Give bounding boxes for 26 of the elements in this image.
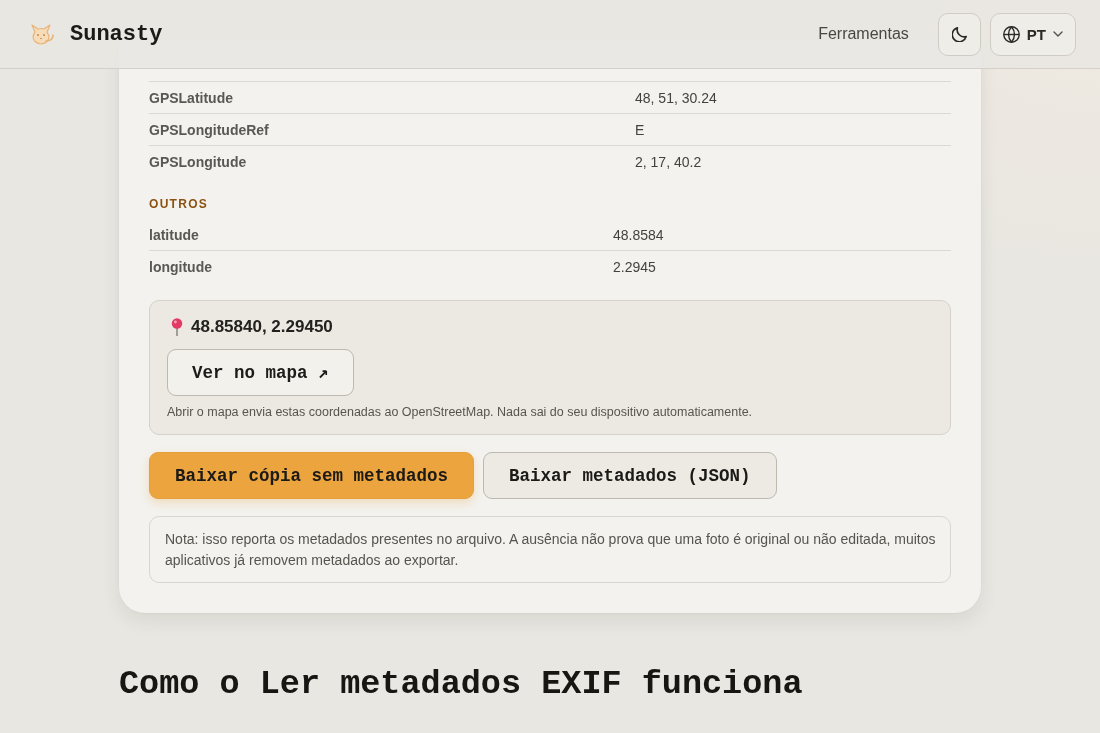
- coordinates-text: 48.85840, 2.29450: [191, 317, 333, 337]
- globe-icon: [1002, 25, 1020, 43]
- metadata-key: GPSLatitude: [149, 82, 635, 114]
- metadata-value: 2.2945: [613, 258, 657, 277]
- metadata-value: 48.8584: [613, 219, 951, 251]
- metadata-key: latitude: [149, 219, 613, 251]
- note-box: Nota: isso reporta os metadados presentes no arquivo. A ausência não prova que uma foto é original ou não editada, muitos aplicativos já removem metadados ao exportar.: [149, 516, 951, 583]
- metadata-value: E: [635, 114, 951, 146]
- metadata-key: GPSLongitude: [149, 146, 635, 178]
- theme-toggle-button[interactable]: [937, 12, 981, 56]
- brand-link[interactable]: Sunasty: [26, 19, 163, 49]
- section-heading: Como o Ler metadados EXIF funciona: [119, 665, 804, 703]
- pin-icon: [171, 318, 183, 336]
- download-json-button[interactable]: Baixar metadados (JSON): [483, 452, 777, 499]
- view-map-link[interactable]: Ver no mapa ↗: [167, 349, 354, 396]
- language-button[interactable]: PT: [989, 12, 1076, 56]
- metadata-value: 2, 17, 40.2: [635, 153, 703, 172]
- metadata-value: 48, 51, 30.24: [635, 82, 951, 114]
- metadata-key: GPSLongitudeRef: [149, 114, 635, 146]
- moon-icon: [951, 26, 967, 42]
- download-clean-copy-button[interactable]: Baixar cópia sem metadados: [149, 452, 475, 499]
- chevron-down-icon: [1053, 31, 1063, 37]
- privacy-notice: Abrir o mapa envia estas coordenadas ao OpenStreetMap. Nada sai do seu dispositivo automaticamente.: [167, 405, 753, 419]
- section-title: OUTROS: [149, 197, 210, 211]
- nav-link[interactable]: Ferramentas: [818, 25, 909, 43]
- metadata-key: longitude: [149, 251, 613, 283]
